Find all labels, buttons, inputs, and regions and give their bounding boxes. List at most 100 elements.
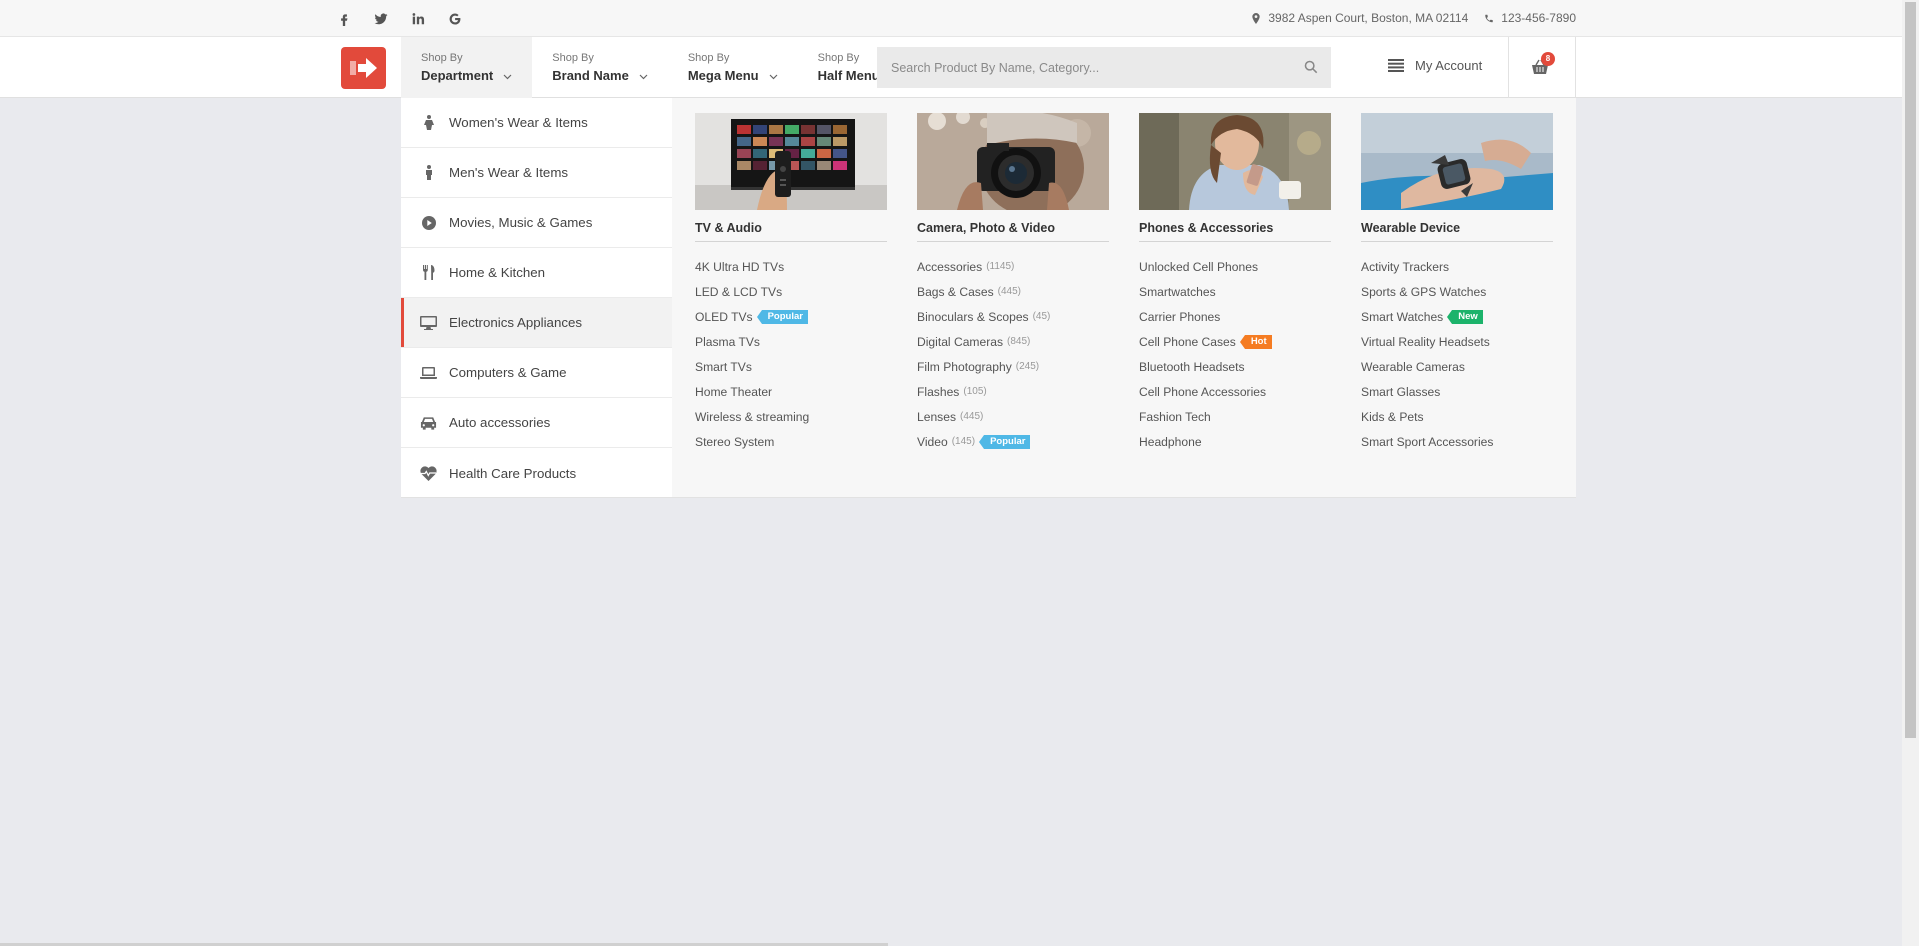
mega-link[interactable]: Carrier Phones (1139, 304, 1331, 329)
linkedin-icon[interactable] (407, 10, 429, 28)
dept-item-home-kitchen[interactable]: Home & Kitchen (401, 248, 672, 298)
mega-link[interactable]: Stereo System (695, 429, 887, 454)
phone: 123-456-7890 (1484, 11, 1576, 25)
mega-link[interactable]: Lenses (445) (917, 404, 1109, 429)
item-count: (445) (960, 411, 984, 422)
dept-item-computers[interactable]: Computers & Game (401, 348, 672, 398)
phones-accessories-image[interactable] (1139, 113, 1331, 210)
nav-shop-by-mega-menu[interactable]: Shop By Mega Menu (668, 37, 798, 98)
mega-link[interactable]: Film Photography (245) (917, 354, 1109, 379)
mega-link[interactable]: Cell Phone Cases Hot (1139, 329, 1331, 354)
mega-link-label: LED & LCD TVs (695, 284, 783, 299)
chevron-down-icon (503, 67, 512, 85)
item-count: (145) (951, 436, 976, 447)
nav-shop-by-department[interactable]: Shop By Department (401, 37, 533, 98)
tv-audio-image[interactable] (695, 113, 887, 210)
mega-link[interactable]: Digital Cameras (845) (917, 329, 1109, 354)
mega-link[interactable]: 4K Ultra HD TVs (695, 254, 887, 279)
cart[interactable]: 8 (1508, 37, 1576, 98)
mega-link[interactable]: Wearable Cameras (1361, 354, 1553, 379)
phone-text: 123-456-7890 (1501, 11, 1576, 25)
mega-link-label: Smart Sport Accessories (1361, 434, 1494, 449)
mega-link[interactable]: Sports & GPS Watches (1361, 279, 1553, 304)
mega-link[interactable]: LED & LCD TVs (695, 279, 887, 304)
mega-link-label: Home Theater (695, 384, 773, 399)
mega-link-label: Kids & Pets (1361, 409, 1424, 424)
mega-link[interactable]: Smart Glasses (1361, 379, 1553, 404)
mega-link-label: Smartwatches (1139, 284, 1216, 299)
mega-link-label: Cell Phone Accessories (1139, 384, 1267, 399)
mega-link[interactable]: Plasma TVs (695, 329, 887, 354)
mega-column-title[interactable]: Wearable Device (1361, 221, 1553, 242)
mega-link[interactable]: Headphone (1139, 429, 1331, 454)
mega-link[interactable]: Flashes (105) (917, 379, 1109, 404)
dept-item-label: Auto accessories (449, 415, 551, 430)
page-scrollbar[interactable] (1902, 0, 1919, 946)
address: 3982 Aspen Court, Boston, MA 02114 (1251, 11, 1468, 25)
mega-link[interactable]: Kids & Pets (1361, 404, 1553, 429)
male-icon (420, 165, 437, 180)
scrollbar-thumb[interactable] (1905, 2, 1916, 738)
wearable-device-image[interactable] (1361, 113, 1553, 210)
item-count: (105) (963, 386, 987, 397)
dept-item-auto[interactable]: Auto accessories (401, 398, 672, 448)
mega-link[interactable]: Accessories (1145) (917, 254, 1109, 279)
mega-link-list: Accessories (1145) Bags & Cases (445) Bino… (917, 254, 1109, 454)
mega-link[interactable]: Virtual Reality Headsets (1361, 329, 1553, 354)
mega-link[interactable]: Bags & Cases (445) (917, 279, 1109, 304)
dept-item-electronics[interactable]: Electronics Appliances (401, 298, 672, 348)
chevron-down-icon (769, 67, 778, 85)
item-count: (1145) (986, 261, 1015, 272)
map-marker-icon (1252, 12, 1261, 24)
dept-item-label: Health Care Products (449, 465, 577, 481)
mega-column-title[interactable]: Phones & Accessories (1139, 221, 1331, 242)
desktop-icon (420, 315, 437, 330)
address-text: 3982 Aspen Court, Boston, MA 02114 (1268, 11, 1469, 25)
mega-link[interactable]: Smart TVs (695, 354, 887, 379)
dept-item-movies-music[interactable]: Movies, Music & Games (401, 198, 672, 248)
mega-link[interactable]: Smart Watches New (1361, 304, 1553, 329)
mega-link[interactable]: Bluetooth Headsets (1139, 354, 1331, 379)
dept-item-womens-wear[interactable]: Women's Wear & Items (401, 98, 672, 148)
hot-badge: Hot (1239, 334, 1272, 349)
mega-link-label: Film Photography (917, 359, 1012, 374)
search-input[interactable] (877, 47, 1331, 88)
dept-item-health-care[interactable]: Health Care Products (401, 448, 672, 498)
car-icon (420, 416, 437, 430)
mega-link-label: Video (917, 434, 948, 449)
top-bar: 3982 Aspen Court, Boston, MA 02114 123-4… (0, 0, 1902, 37)
mega-column-camera: Camera, Photo & Video Accessories (1145) … (917, 113, 1109, 454)
main-nav: Shop By Department Shop By Brand Name Sh… (401, 37, 919, 98)
mega-link-label: Smart TVs (695, 359, 752, 374)
mega-link[interactable]: Fashion Tech (1139, 404, 1331, 429)
heartbeat-icon (420, 465, 437, 481)
nav-shop-by-brand[interactable]: Shop By Brand Name (532, 37, 668, 98)
mega-link[interactable]: Activity Trackers (1361, 254, 1553, 279)
dept-item-label: Computers & Game (449, 365, 567, 380)
mega-column-title[interactable]: TV & Audio (695, 221, 887, 242)
mega-link[interactable]: Video (145) Popular (917, 429, 1109, 454)
camera-photo-image[interactable] (917, 113, 1109, 210)
logo[interactable] (341, 47, 386, 89)
dept-item-label: Electronics Appliances (449, 315, 583, 330)
mega-link[interactable]: Unlocked Cell Phones (1139, 254, 1331, 279)
mega-link-label: Binoculars & Scopes (917, 309, 1029, 324)
mega-link[interactable]: Smartwatches (1139, 279, 1331, 304)
dept-item-mens-wear[interactable]: Men's Wear & Items (401, 148, 672, 198)
twitter-icon[interactable] (370, 10, 392, 28)
mega-link[interactable]: Binoculars & Scopes (45) (917, 304, 1109, 329)
mega-link[interactable]: Smart Sport Accessories (1361, 429, 1553, 454)
phone-icon (1485, 14, 1494, 22)
mega-link[interactable]: Cell Phone Accessories (1139, 379, 1331, 404)
my-account[interactable]: My Account (1388, 58, 1482, 73)
mega-link[interactable]: OLED TVs Popular (695, 304, 887, 329)
facebook-icon[interactable] (333, 10, 355, 28)
mega-column-title[interactable]: Camera, Photo & Video (917, 221, 1109, 242)
google-icon[interactable] (444, 10, 466, 28)
social-links (333, 10, 466, 28)
mega-link[interactable]: Home Theater (695, 379, 887, 404)
mega-link[interactable]: Wireless & streaming (695, 404, 887, 429)
my-account-label: My Account (1415, 58, 1483, 73)
search-icon[interactable] (1304, 60, 1318, 74)
mega-link-list: Activity Trackers Sports & GPS Watches S… (1361, 254, 1553, 454)
